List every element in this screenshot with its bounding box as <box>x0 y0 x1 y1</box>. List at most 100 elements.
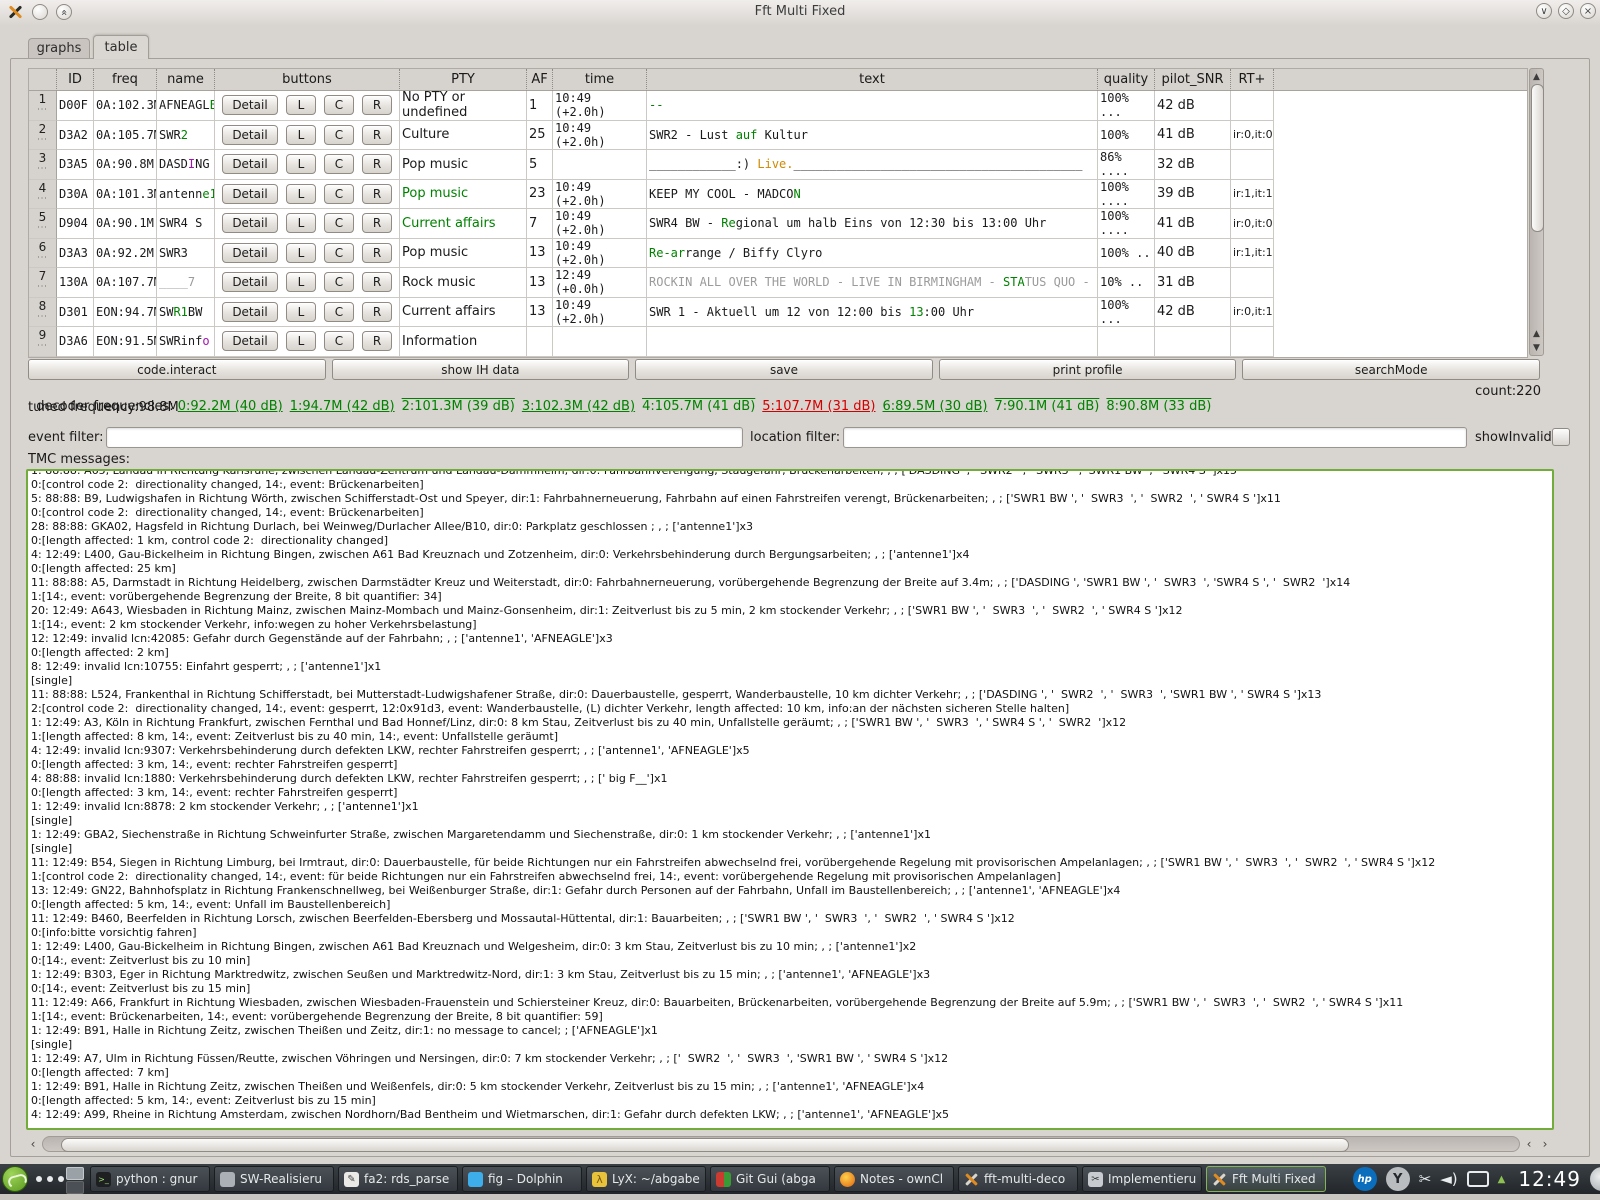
c-button[interactable]: C <box>324 95 354 115</box>
task-fft-multi-decoder[interactable]: fft-multi-deco <box>958 1166 1078 1192</box>
c-button[interactable]: C <box>324 154 354 174</box>
show-ih-data-button[interactable]: show IH data <box>332 359 630 380</box>
scroll-left-icon[interactable]: ‹ <box>26 1137 40 1151</box>
row-header[interactable]: 7··· <box>29 268 57 298</box>
scroll-left-icon[interactable]: ‹ <box>1522 1137 1536 1151</box>
location-filter-input[interactable] <box>843 427 1467 448</box>
c-button[interactable]: C <box>324 184 354 204</box>
detail-button[interactable]: Detail <box>222 302 278 322</box>
l-button[interactable]: L <box>286 272 316 292</box>
task-rds-parser[interactable]: ✎fa2: rds_parse <box>338 1166 458 1192</box>
task-dolphin[interactable]: fig – Dolphin <box>462 1166 582 1192</box>
save-button[interactable]: save <box>635 359 933 380</box>
l-button[interactable]: L <box>286 95 316 115</box>
column-header-text[interactable]: text <box>647 69 1098 91</box>
decoder-frequency-link[interactable]: 0:92.2M (40 dB) <box>178 399 283 414</box>
task-python[interactable]: >_python : gnur <box>90 1166 210 1192</box>
c-button[interactable]: C <box>324 243 354 263</box>
scrollbar-thumb[interactable] <box>1531 84 1544 232</box>
r-button[interactable]: R <box>362 302 392 322</box>
decoder-frequency-link[interactable]: 6:89.5M (30 dB) <box>883 399 988 414</box>
detail-button[interactable]: Detail <box>222 125 278 145</box>
minimize-button[interactable]: ∨ <box>1536 3 1552 19</box>
hp-logo-icon[interactable]: hp <box>1353 1167 1377 1191</box>
l-button[interactable]: L <box>286 125 316 145</box>
row-header[interactable]: 9··· <box>29 327 57 357</box>
c-button[interactable]: C <box>324 331 354 351</box>
l-button[interactable]: L <box>286 243 316 263</box>
c-button[interactable]: C <box>324 213 354 233</box>
column-header-buttons[interactable]: buttons <box>215 69 400 91</box>
application-launcher-icon[interactable] <box>2 1166 28 1192</box>
l-button[interactable]: L <box>286 331 316 351</box>
detail-button[interactable]: Detail <box>222 95 278 115</box>
l-button[interactable]: L <box>286 154 316 174</box>
l-button[interactable]: L <box>286 184 316 204</box>
r-button[interactable]: R <box>362 213 392 233</box>
decoder-frequency-link[interactable]: 7:90.1M (41 dB) <box>994 399 1099 414</box>
decoder-frequency-link[interactable]: 8:90.8M (33 dB) <box>1106 399 1211 414</box>
desktop-2-button[interactable] <box>66 1181 84 1194</box>
l-button[interactable]: L <box>286 213 316 233</box>
detail-button[interactable]: Detail <box>222 184 278 204</box>
column-header-id[interactable]: ID <box>57 69 94 91</box>
desktop-1-button[interactable] <box>66 1167 84 1180</box>
detail-button[interactable]: Detail <box>222 213 278 233</box>
r-button[interactable]: R <box>362 154 392 174</box>
tab-graphs[interactable]: graphs <box>28 38 90 58</box>
c-button[interactable]: C <box>324 302 354 322</box>
decoder-frequency-link[interactable]: 5:107.7M (31 dB) <box>762 399 875 414</box>
column-header-af[interactable]: AF <box>527 69 553 91</box>
column-header-pilot-snr[interactable]: pilot_SNR <box>1155 69 1231 91</box>
detail-button[interactable]: Detail <box>222 272 278 292</box>
event-filter-input[interactable] <box>106 427 743 448</box>
l-button[interactable]: L <box>286 302 316 322</box>
decoder-frequency-link[interactable]: 3:102.3M (42 dB) <box>522 399 635 414</box>
scrollbar-trough[interactable] <box>42 1136 1520 1152</box>
scroll-right-icon[interactable]: › <box>1538 1137 1552 1151</box>
display-icon[interactable] <box>1467 1171 1489 1187</box>
task-git-gui[interactable]: Git Gui (abga <box>710 1166 830 1192</box>
decoder-frequency-link[interactable]: 1:94.7M (42 dB) <box>290 399 395 414</box>
r-button[interactable]: R <box>362 272 392 292</box>
y-status-icon[interactable]: Y <box>1386 1167 1410 1191</box>
scroll-up-icon[interactable]: ▲ <box>1530 70 1543 83</box>
column-header-rt-[interactable]: RT+ <box>1231 69 1274 91</box>
virtual-desktop-pager[interactable] <box>66 1167 84 1194</box>
detail-button[interactable]: Detail <box>222 154 278 174</box>
r-button[interactable]: R <box>362 184 392 204</box>
r-button[interactable]: R <box>362 95 392 115</box>
close-button[interactable]: × <box>1580 3 1596 19</box>
scroll-down-icon[interactable]: ▼ <box>1530 341 1543 354</box>
klipper-scissors-icon[interactable]: ✂ <box>1419 1170 1432 1188</box>
column-header-time[interactable]: time <box>553 69 647 91</box>
row-header[interactable]: 4··· <box>29 180 57 210</box>
column-header-pty[interactable]: PTY <box>400 69 527 91</box>
updates-arrow-icon[interactable]: ▲ <box>1498 1174 1506 1185</box>
code-interact-button[interactable]: code.interact <box>28 359 326 380</box>
task-fft-multi-fixed[interactable]: Fft Multi Fixed <box>1206 1166 1326 1192</box>
horizontal-scrollbar[interactable]: ‹ ‹ › <box>26 1136 1554 1153</box>
detail-button[interactable]: Detail <box>222 243 278 263</box>
task-implementierung[interactable]: ✂Implementieru <box>1082 1166 1202 1192</box>
row-header[interactable]: 5··· <box>29 209 57 239</box>
r-button[interactable]: R <box>362 331 392 351</box>
row-header[interactable]: 6··· <box>29 239 57 269</box>
scroll-up-icon[interactable]: ▲ <box>1530 327 1543 340</box>
row-header[interactable]: 2··· <box>29 121 57 151</box>
task-notes-owncloud[interactable]: Notes - ownCl <box>834 1166 954 1192</box>
detail-button[interactable]: Detail <box>222 331 278 351</box>
maximize-button[interactable]: ◇ <box>1558 3 1574 19</box>
c-button[interactable]: C <box>324 125 354 145</box>
row-header[interactable]: 1··· <box>29 91 57 121</box>
search-mode-button[interactable]: searchMode <box>1242 359 1540 380</box>
tmc-messages-area[interactable]: 1: 88:88: A65, Landau in Richtung Karlsr… <box>26 469 1554 1130</box>
volume-icon[interactable]: ◄) <box>1440 1170 1457 1188</box>
tray-edge-icon[interactable] <box>1590 1167 1600 1191</box>
print-profile-button[interactable]: print profile <box>939 359 1237 380</box>
column-header-name[interactable]: name <box>157 69 215 91</box>
task-sw-realisierung[interactable]: SW-Realisieru <box>214 1166 334 1192</box>
show-invalid-checkbox[interactable] <box>1552 428 1570 446</box>
row-header[interactable]: 8··· <box>29 298 57 328</box>
scrollbar-thumb[interactable] <box>61 1138 1349 1152</box>
